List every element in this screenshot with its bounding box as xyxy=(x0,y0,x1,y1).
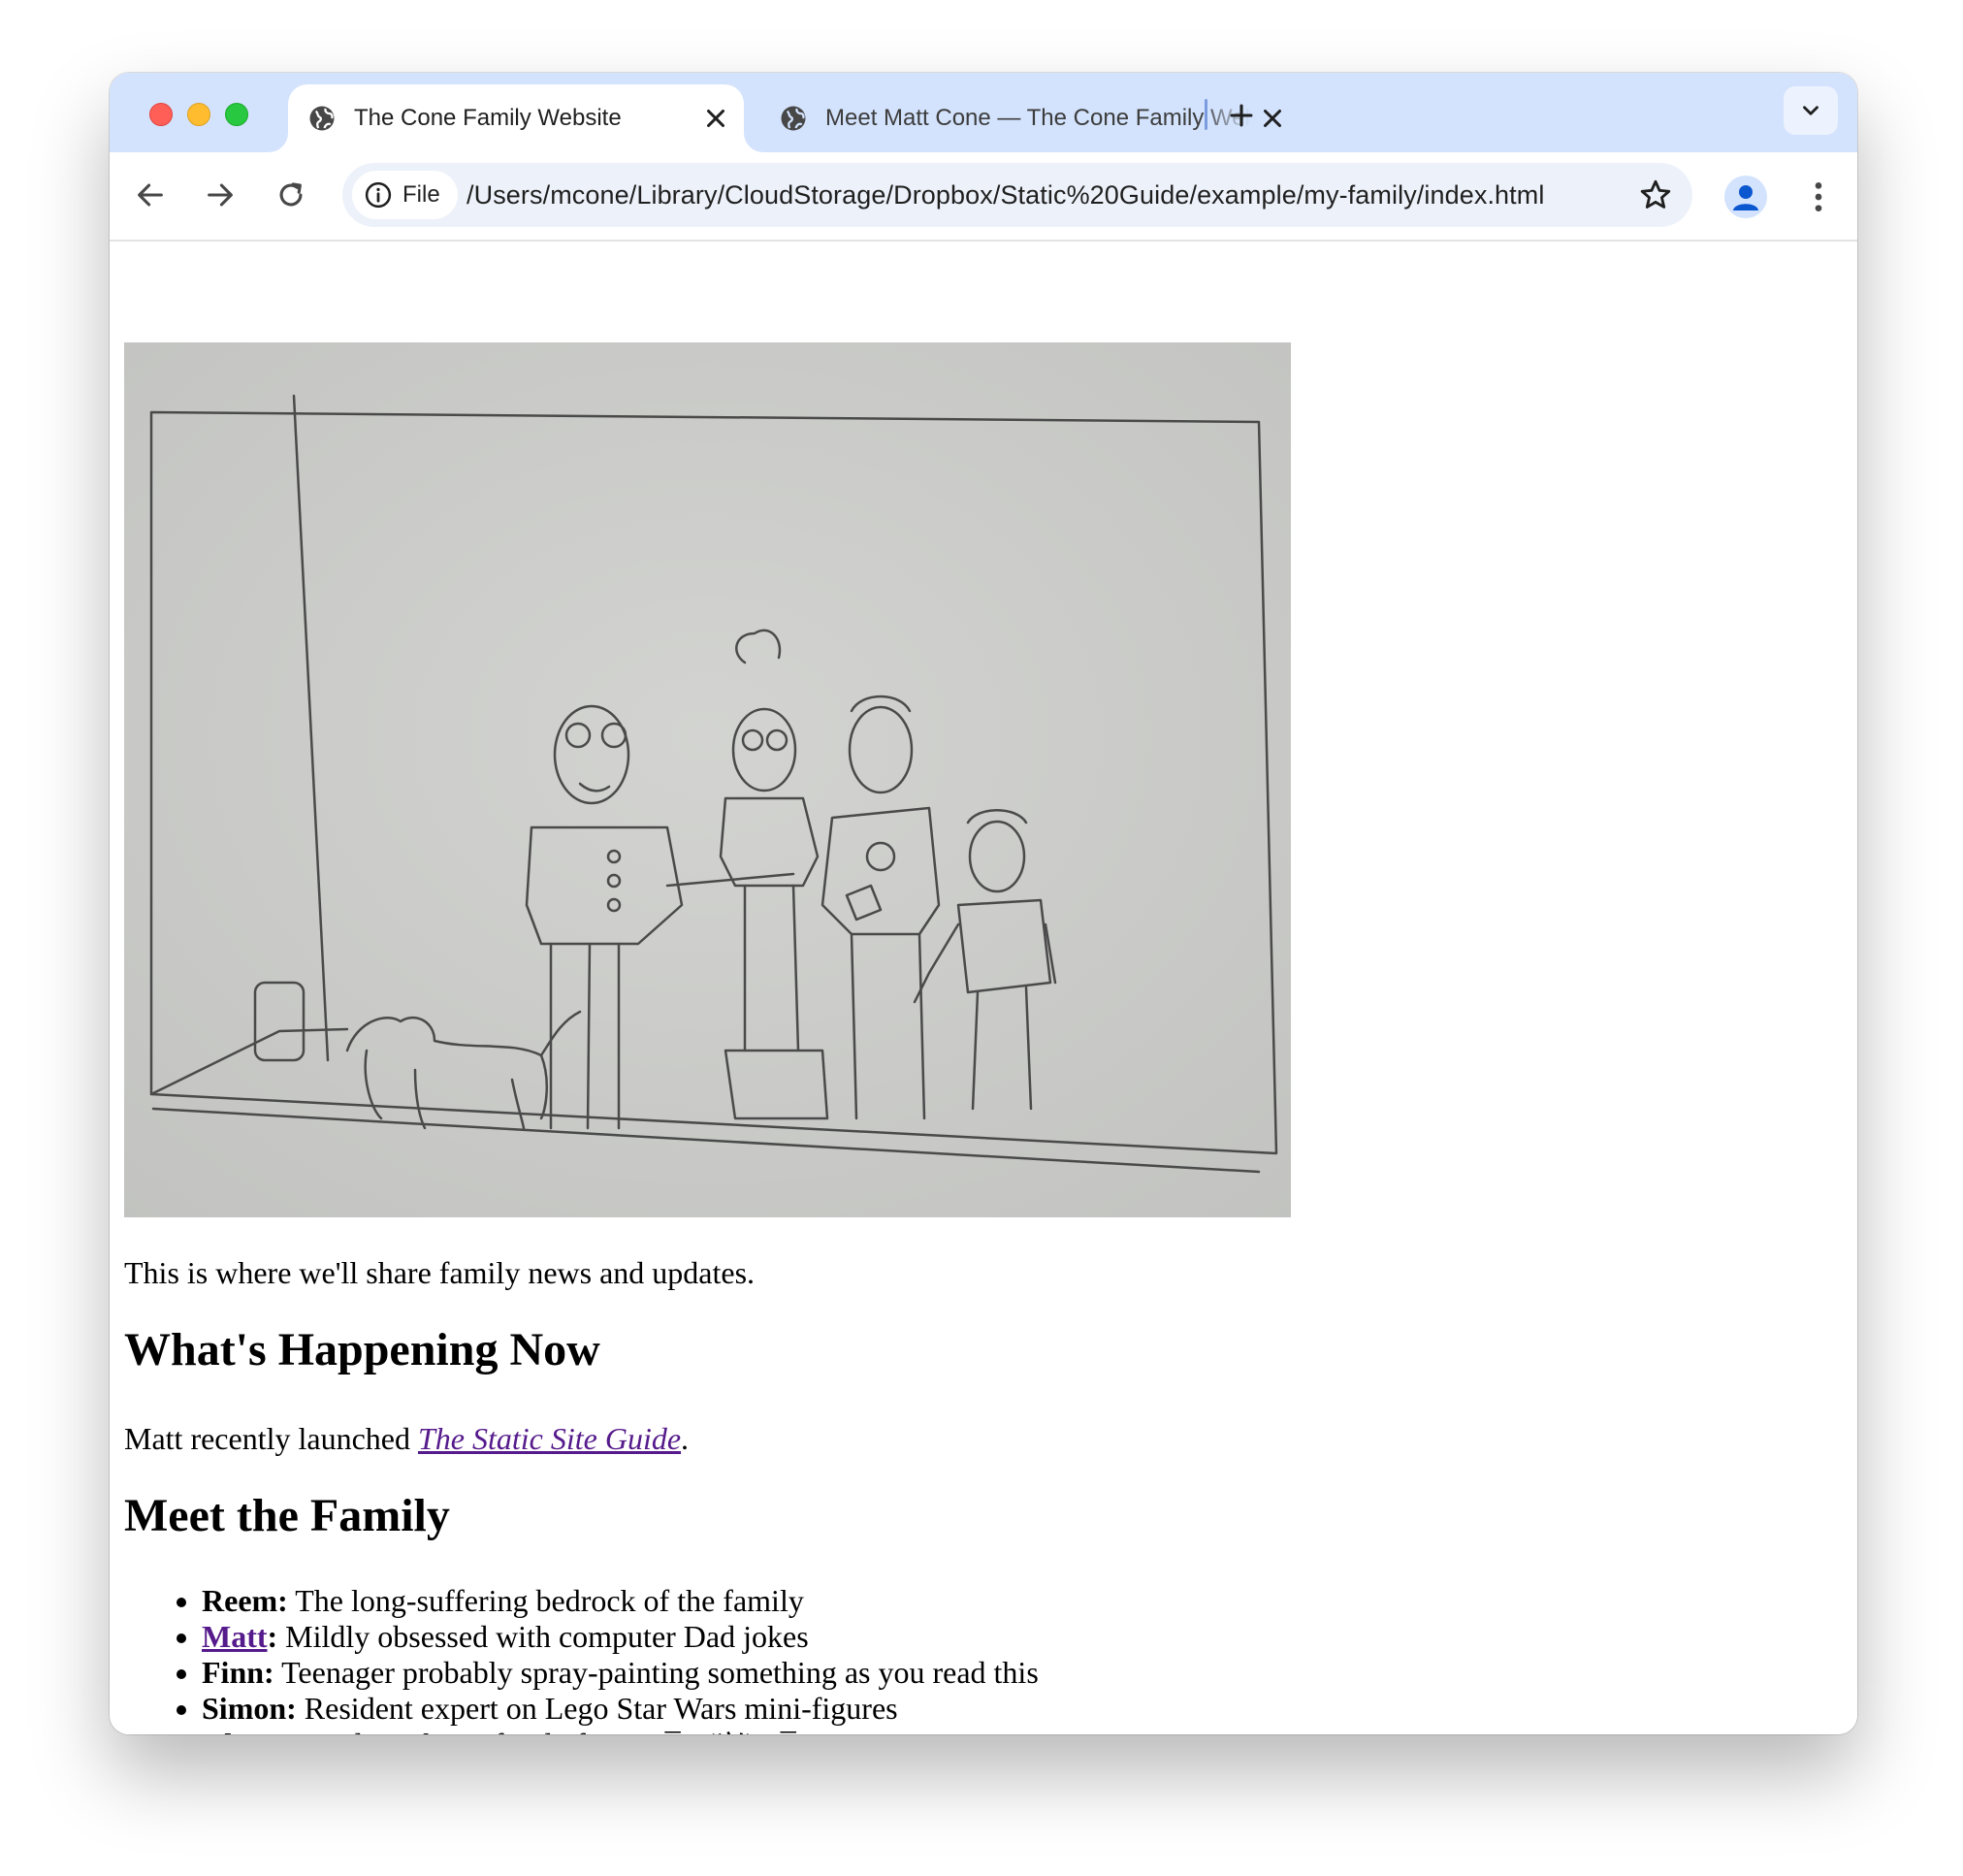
globe-icon xyxy=(309,106,335,131)
scheme-label: File xyxy=(402,181,440,208)
happening-text-after: . xyxy=(681,1421,690,1456)
close-window-button[interactable] xyxy=(149,103,173,126)
site-info-chip[interactable]: File xyxy=(352,171,458,219)
family-drawing-image xyxy=(124,342,1291,1217)
tab-divider xyxy=(1205,99,1207,130)
close-tab-icon[interactable] xyxy=(701,104,730,133)
url-text[interactable]: /Users/mcone/Library/CloudStorage/Dropbo… xyxy=(467,163,1592,227)
tab-meet-matt-cone[interactable]: Meet Matt Cone — The Cone Family Website xyxy=(757,84,1301,152)
reload-icon xyxy=(279,182,303,207)
member-desc: Mildly obsessed with computer Dad jokes xyxy=(285,1619,809,1654)
tab-cone-family[interactable]: The Cone Family Website xyxy=(288,84,744,152)
tab-title: The Cone Family Website xyxy=(354,105,622,131)
family-member-simon: Simon: Resident expert on Lego Star Wars… xyxy=(202,1691,1039,1727)
profile-avatar[interactable] xyxy=(1724,176,1767,218)
bookmark-star-icon[interactable] xyxy=(1638,178,1673,212)
reload-button[interactable] xyxy=(270,174,312,216)
family-member-cleo: Cleo: Cow dog who's afraid of cows ¯\_(ツ… xyxy=(202,1727,1039,1734)
tab-title: Meet Matt Cone — The Cone Family Website xyxy=(825,105,1250,131)
member-name: Simon xyxy=(202,1691,287,1726)
browser-window: The Cone Family Website Meet Matt Cone —… xyxy=(110,73,1857,1734)
minimize-window-button[interactable] xyxy=(187,103,210,126)
heading-whats-happening: What's Happening Now xyxy=(124,1324,600,1375)
person-icon xyxy=(1733,185,1758,210)
member-desc: The long-suffering bedrock of the family xyxy=(295,1583,804,1618)
address-bar[interactable]: File /Users/mcone/Library/CloudStorage/D… xyxy=(342,163,1692,227)
family-member-finn: Finn: Teenager probably spray-painting s… xyxy=(202,1655,1039,1691)
chevron-down-icon xyxy=(1803,106,1818,115)
close-tab-icon[interactable] xyxy=(1258,104,1287,133)
forward-button[interactable] xyxy=(199,174,241,216)
new-tab-plus-icon[interactable] xyxy=(1225,99,1258,132)
arrow-left-icon xyxy=(138,183,163,207)
family-member-matt: Matt: Mildly obsessed with computer Dad … xyxy=(202,1619,1039,1655)
matt-link[interactable]: Matt xyxy=(202,1619,268,1654)
member-desc: Teenager probably spray-painting somethi… xyxy=(281,1655,1039,1690)
heading-meet-family: Meet the Family xyxy=(124,1490,450,1541)
member-name: Reem xyxy=(202,1583,278,1618)
info-icon xyxy=(365,181,392,209)
page-content: This is where we'll share family news an… xyxy=(110,242,1857,1734)
zoom-window-button[interactable] xyxy=(225,103,248,126)
family-member-reem: Reem: The long-suffering bedrock of the … xyxy=(202,1583,1039,1619)
static-site-guide-link[interactable]: The Static Site Guide xyxy=(418,1421,681,1456)
happening-text: Matt recently launched The Static Site G… xyxy=(124,1419,689,1458)
tab-search-button[interactable] xyxy=(1784,86,1838,135)
member-name: Cleo xyxy=(202,1727,262,1734)
globe-icon xyxy=(781,106,806,131)
more-vertical-icon[interactable] xyxy=(1799,176,1838,218)
happening-text-before: Matt recently launched xyxy=(124,1421,418,1456)
member-name: Finn xyxy=(202,1655,265,1690)
tab-strip: The Cone Family Website Meet Matt Cone —… xyxy=(110,73,1857,152)
arrow-right-icon xyxy=(208,183,233,207)
member-desc: Cow dog who's afraid of cows ¯\_(ツ)_/¯ xyxy=(280,1727,796,1734)
intro-text: This is where we'll share family news an… xyxy=(124,1255,756,1290)
link-text: The Static Site Guide xyxy=(417,1421,682,1456)
browser-toolbar: File /Users/mcone/Library/CloudStorage/D… xyxy=(110,152,1857,242)
family-list: Reem: The long-suffering bedrock of the … xyxy=(124,1583,1039,1734)
back-button[interactable] xyxy=(129,174,172,216)
member-desc: Resident expert on Lego Star Wars mini-f… xyxy=(304,1691,898,1726)
